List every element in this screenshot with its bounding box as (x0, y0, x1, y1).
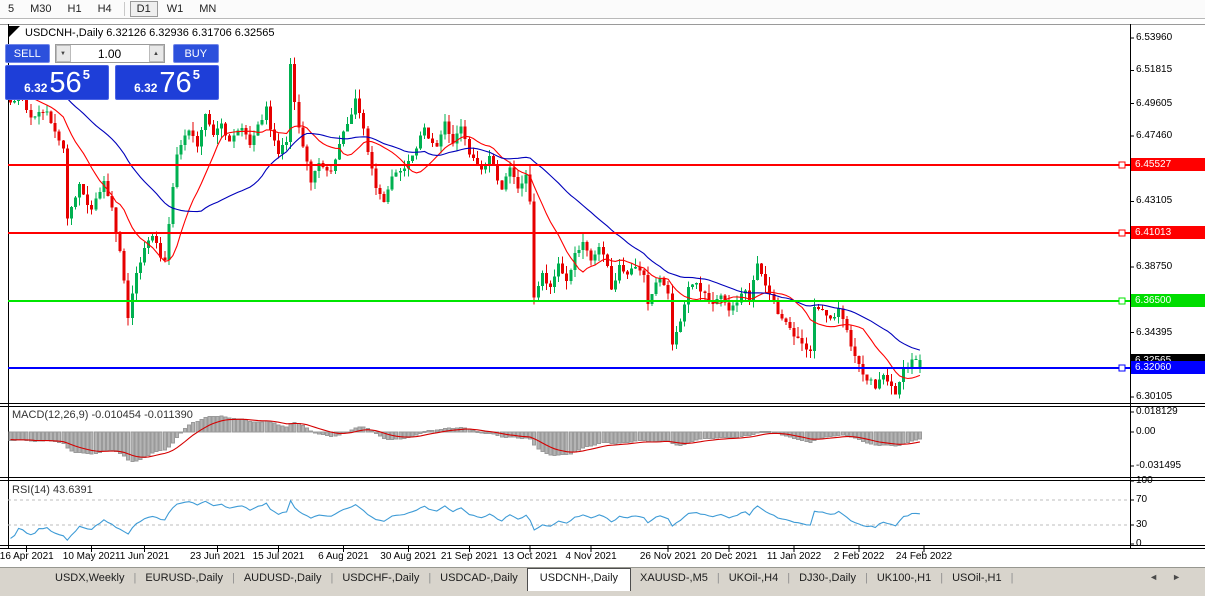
chart-tab-usdchf-[interactable]: USDCHF-,Daily (333, 568, 428, 590)
date-tick-label: 11 Jan 2022 (766, 551, 822, 562)
price-tick-label: 6.47460 (1136, 129, 1173, 141)
one-click-collapse-icon[interactable] (9, 26, 20, 37)
date-tick-label: 16 Apr 2021 (0, 551, 54, 562)
rsi-label: RSI(14) 43.6391 (12, 484, 93, 496)
timeframe-button-w1[interactable]: W1 (160, 1, 191, 17)
macd-axis-label: -0.031495 (1136, 460, 1182, 471)
timeframe-button-mn[interactable]: MN (192, 1, 223, 17)
price-tick-label: 6.43105 (1136, 195, 1173, 207)
rsi-axis-label: 70 (1136, 493, 1148, 505)
timeframe-button-5[interactable]: 5 (1, 1, 21, 17)
chart-tab-usdx[interactable]: USDX,Weekly (46, 568, 133, 590)
sell-price-base: 6.32 (24, 81, 48, 95)
date-tick-label: 10 May 2021 (62, 551, 121, 562)
chart-tab-xauusd-[interactable]: XAUUSD-,M5 (631, 568, 717, 590)
timeframe-toolbar: 5 M30 H1 H4 D1 W1 MN (0, 0, 1205, 19)
date-tick-label: 1 Jun 2021 (119, 551, 170, 562)
timeframe-button-m30[interactable]: M30 (23, 1, 58, 17)
volume-increase-button[interactable]: ▲ (148, 45, 164, 62)
macd-label: MACD(12,26,9) -0.010454 -0.011390 (12, 409, 193, 421)
chart-tab-usoil-[interactable]: USOil-,H1 (943, 568, 1011, 590)
sell-price-pips: 56 (49, 67, 82, 99)
sell-button[interactable]: SELL (5, 44, 50, 63)
chart-tab-bar: USDX,Weekly | EURUSD-,Daily | AUDUSD-,Daily |… (0, 567, 1205, 596)
date-tick-label: 21 Sep 2021 (440, 551, 498, 562)
tab-scroll-left-icon[interactable]: ◄ (1149, 572, 1172, 582)
macd-axis-label: 0.018129 (1136, 406, 1178, 417)
timeframe-button-h4[interactable]: H4 (91, 1, 119, 17)
price-tick-label: 6.30105 (1136, 391, 1173, 403)
tab-separator: | (1010, 572, 1014, 584)
buy-price-pipette: 5 (192, 67, 200, 82)
volume-decrease-button[interactable]: ▼ (55, 45, 71, 62)
toolbar-separator (123, 2, 125, 16)
price-tick-label: 6.38750 (1136, 261, 1173, 272)
rsi-axis-label: 0 (1136, 538, 1142, 549)
price-tag-label: 6.36500 (1131, 294, 1205, 308)
date-tick-label: 24 Feb 2022 (895, 551, 953, 562)
price-tag-label: 6.45527 (1131, 158, 1205, 172)
date-tick-label: 4 Nov 2021 (565, 551, 617, 562)
buy-price-display[interactable]: 6.32 76 5 (115, 65, 219, 100)
sell-price-display[interactable]: 6.32 56 5 (5, 65, 109, 100)
symbol-period-label: USDCNH-,Daily (25, 27, 104, 39)
buy-price-pips: 76 (159, 67, 192, 99)
price-tick-label: 6.49605 (1136, 97, 1173, 109)
tab-scroll-right-icon[interactable]: ► (1172, 572, 1195, 582)
chart-tab-uk100-[interactable]: UK100-,H1 (868, 568, 940, 590)
date-tick-label: 23 Jun 2021 (190, 551, 246, 562)
macd-values: -0.010454 -0.011390 (91, 409, 193, 421)
rsi-axis-label: 100 (1136, 475, 1153, 486)
buy-button[interactable]: BUY (172, 44, 219, 63)
volume-input[interactable]: 1.00 (71, 45, 149, 62)
sell-price-pipette: 5 (82, 67, 90, 82)
macd-axis-label: 0.00 (1136, 426, 1156, 437)
timeframe-button-h1[interactable]: H1 (61, 1, 89, 17)
volume-stepper[interactable]: ▼ 1.00 ▲ (54, 44, 165, 63)
rsi-value: 43.6391 (52, 484, 93, 496)
tab-scroll-arrows: ◄► (1149, 572, 1195, 582)
date-tick-label: 13 Oct 2021 (502, 551, 558, 562)
chart-title: USDCNH-,Daily 6.32126 6.32936 6.31706 6.… (25, 27, 275, 39)
date-tick-label: 15 Jul 2021 (252, 551, 305, 562)
date-tick-label: 20 Dec 2021 (700, 551, 758, 562)
price-tag-label: 6.32060 (1131, 361, 1205, 375)
buy-price-base: 6.32 (134, 81, 158, 95)
chart-tab-dj30-[interactable]: DJ30-,Daily (790, 568, 865, 590)
chart-tab-ukoil-[interactable]: UKOil-,H4 (720, 568, 788, 590)
date-tick-label: 30 Aug 2021 (380, 551, 437, 562)
chart-tab-eurusd-[interactable]: EURUSD-,Daily (136, 568, 232, 590)
rsi-axis-label: 30 (1136, 519, 1148, 531)
date-tick-label: 2 Feb 2022 (833, 551, 885, 562)
price-tick-label: 6.53960 (1136, 31, 1173, 43)
date-tick-label: 6 Aug 2021 (318, 551, 369, 562)
timeframe-button-d1[interactable]: D1 (129, 1, 158, 17)
price-tick-label: 6.34395 (1136, 326, 1173, 338)
chart-tab-usdcad-[interactable]: USDCAD-,Daily (431, 568, 527, 590)
chart-tab-usdcnh-[interactable]: USDCNH-,Daily (526, 568, 632, 591)
price-tag-label: 6.41013 (1131, 226, 1205, 240)
price-tick-label: 6.51815 (1136, 64, 1173, 76)
date-tick-label: 26 Nov 2021 (639, 551, 697, 562)
one-click-trading-panel: SELL ▼ 1.00 ▲ BUY 6.32 56 5 6.32 76 5 (5, 44, 219, 100)
chart-tab-audusd-[interactable]: AUDUSD-,Daily (235, 568, 331, 590)
ohlc-quote-values: 6.32126 6.32936 6.31706 6.32565 (106, 27, 275, 39)
mt4-chart-window: 5 M30 H1 H4 D1 W1 MN USDCNH-,Daily 6.32126 6.3… (0, 0, 1205, 596)
